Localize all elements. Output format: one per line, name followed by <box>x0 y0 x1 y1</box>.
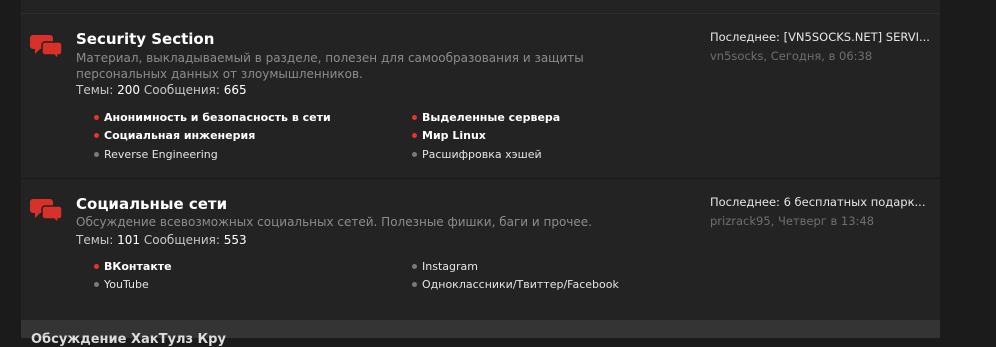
forum-description: Обсуждение всевозможных социальных сетей… <box>76 215 592 229</box>
forum-list: Security Section Материал, выкладываемый… <box>21 0 940 347</box>
subforum-label: Мир Linux <box>422 129 486 142</box>
subforum-link[interactable]: ВКонтакте <box>94 260 172 273</box>
last-post-user[interactable]: vn5socks <box>710 49 763 63</box>
subforum-link[interactable]: Instagram <box>412 260 478 273</box>
threads-label: Темы: <box>76 233 114 247</box>
subforum-link[interactable]: Анонимность и безопасность в сети <box>94 111 331 124</box>
unread-dot-icon <box>94 263 99 269</box>
category-header[interactable]: Обсуждение ХакТулз Кру <box>21 320 940 347</box>
read-dot-icon <box>94 151 99 157</box>
subforum-label: Выделенные сервера <box>422 111 561 124</box>
subforum-label: YouTube <box>104 278 149 291</box>
read-dot-icon <box>412 281 417 287</box>
unread-dot-icon <box>412 114 417 120</box>
posts-count: 665 <box>223 83 247 97</box>
subforum-label: Instagram <box>422 260 478 273</box>
subforum-link[interactable]: YouTube <box>94 278 149 291</box>
subforum-label: Одноклассники/Твиттер/Facebook <box>422 278 619 291</box>
subforum-link[interactable]: Расшифровка хэшей <box>412 148 542 161</box>
last-post: Последнее: [VN5SOCKS.NET] SERVI... vn5so… <box>710 30 932 63</box>
forum-title[interactable]: Социальные сети <box>76 195 227 213</box>
threads-count: 200 <box>117 83 141 97</box>
last-post-time: , Сегодня, в 06:38 <box>763 49 873 63</box>
subforum-label: Reverse Engineering <box>104 148 218 161</box>
forum-title[interactable]: Security Section <box>76 30 214 48</box>
subforum-link[interactable]: Выделенные сервера <box>412 111 560 124</box>
read-dot-icon <box>94 281 99 287</box>
last-post: Последнее: 6 бесплатных подарк... prizra… <box>710 195 932 228</box>
unread-dot-icon <box>94 132 99 138</box>
forum-node-security: Security Section Материал, выкладываемый… <box>21 14 940 178</box>
unread-dot-icon <box>94 114 99 120</box>
subforum-link[interactable]: Мир Linux <box>412 129 486 142</box>
subforum-label: Социальная инженерия <box>104 129 256 142</box>
forum-description: Материал, выкладываемый в разделе, полез… <box>76 51 584 81</box>
threads-count: 101 <box>117 233 141 247</box>
forum-stats: Темы: 101 Сообщения: 553 <box>76 233 247 247</box>
forum-stats: Темы: 200 Сообщения: 665 <box>76 83 247 97</box>
last-post-meta: prizrack95, Четверг в 13:48 <box>710 214 932 228</box>
subforum-label: Расшифровка хэшей <box>422 148 542 161</box>
speech-bubbles-icon <box>30 199 63 223</box>
forum-node-social: Социальные сети Обсуждение всевозможных … <box>21 179 940 320</box>
category-title[interactable]: Обсуждение ХакТулз Кру <box>31 332 226 347</box>
posts-label: Сообщения: <box>143 83 220 97</box>
unread-dot-icon <box>412 132 417 138</box>
subforum-link[interactable]: Reverse Engineering <box>94 148 218 161</box>
subforum-link[interactable]: Одноклассники/Твиттер/Facebook <box>412 278 619 291</box>
read-dot-icon <box>412 151 417 157</box>
last-post-title[interactable]: Последнее: [VN5SOCKS.NET] SERVI... <box>710 30 932 44</box>
subforum-label: Анонимность и безопасность в сети <box>104 111 331 124</box>
posts-count: 553 <box>223 233 247 247</box>
speech-bubbles-icon <box>30 35 63 59</box>
last-post-time: , Четверг в 13:48 <box>770 214 875 228</box>
posts-label: Сообщения: <box>143 233 220 247</box>
last-post-user[interactable]: prizrack95 <box>710 214 771 228</box>
read-dot-icon <box>412 263 417 269</box>
subforum-link[interactable]: Социальная инженерия <box>94 129 255 142</box>
subforum-label: ВКонтакте <box>104 260 172 273</box>
last-post-meta: vn5socks, Сегодня, в 06:38 <box>710 49 932 63</box>
threads-label: Темы: <box>76 83 114 97</box>
last-post-title[interactable]: Последнее: 6 бесплатных подарк... <box>710 195 932 209</box>
